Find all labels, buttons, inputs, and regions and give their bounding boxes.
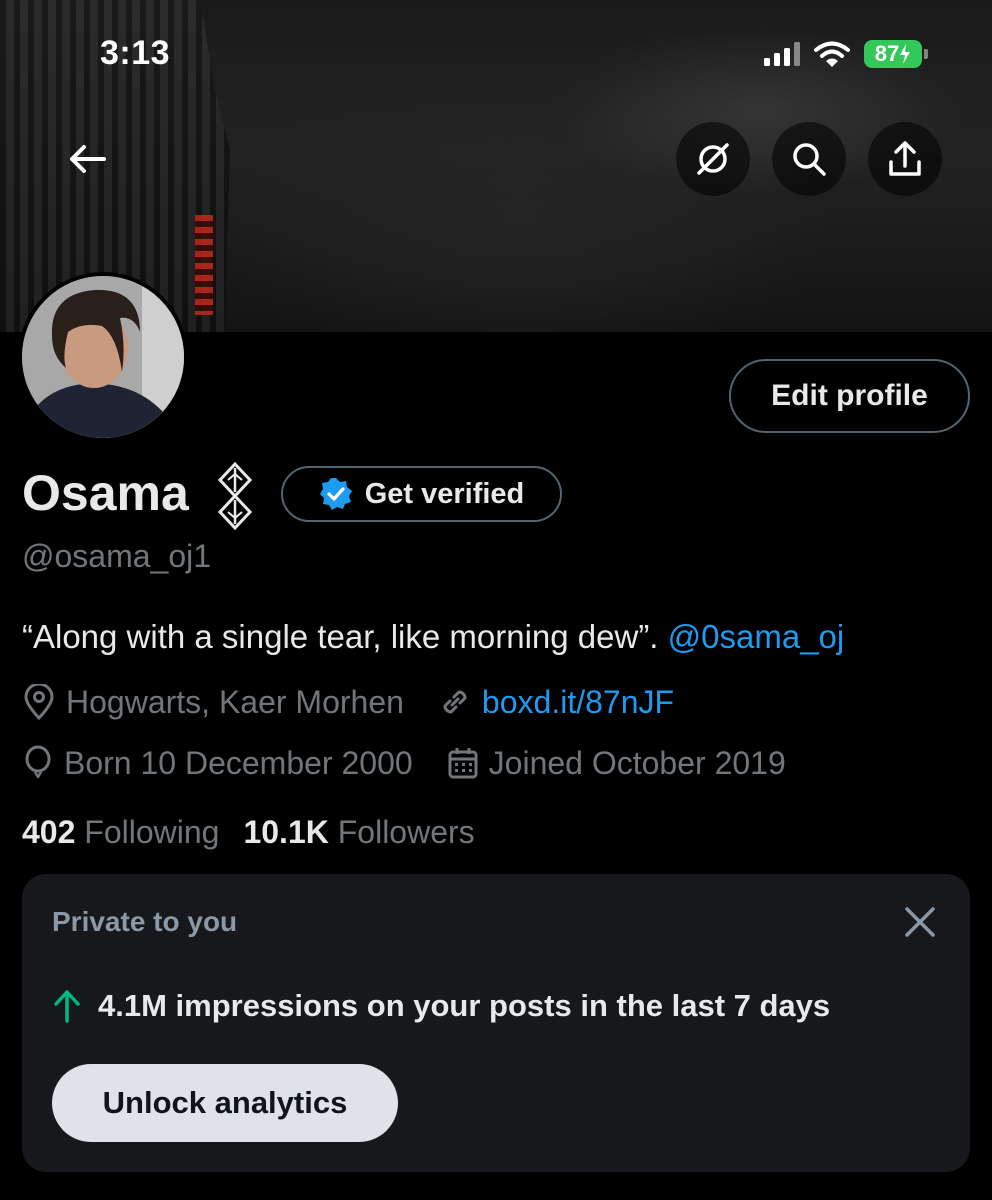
location-pin-icon bbox=[24, 684, 54, 720]
bio-text: “Along with a single tear, like morning … bbox=[22, 618, 668, 655]
followers-stat[interactable]: 10.1K Followers bbox=[243, 814, 474, 851]
impressions-row: 4.1M impressions on your posts in the la… bbox=[52, 988, 830, 1024]
verified-badge-icon bbox=[319, 478, 352, 510]
birthday-item: Born 10 December 2000 bbox=[22, 745, 413, 782]
user-handle: @osama_oj1 bbox=[22, 538, 212, 574]
website-link[interactable]: boxd.it/87nJF bbox=[482, 684, 674, 721]
profile-meta-row-2: Born 10 December 2000 Joined October 201… bbox=[22, 743, 820, 783]
website-item[interactable]: boxd.it/87nJF bbox=[438, 684, 674, 721]
link-icon bbox=[443, 690, 467, 714]
profile-avatar[interactable] bbox=[18, 272, 188, 442]
follow-stats: 402 Following 10.1K Followers bbox=[22, 814, 475, 851]
avatar-photo bbox=[22, 276, 184, 438]
profile-meta-row-1: Hogwarts, Kaer Morhen boxd.it/87nJF bbox=[22, 682, 708, 722]
grok-button[interactable] bbox=[676, 122, 750, 196]
unlock-analytics-button[interactable]: Unlock analytics bbox=[52, 1064, 398, 1142]
edit-profile-button[interactable]: Edit profile bbox=[729, 359, 970, 433]
followers-count: 10.1K bbox=[243, 814, 329, 850]
analytics-card: Private to you 4.1M impressions on your … bbox=[22, 874, 970, 1172]
profile-bio: “Along with a single tear, like morning … bbox=[22, 618, 844, 656]
birthday-text: Born 10 December 2000 bbox=[64, 744, 413, 781]
following-count: 402 bbox=[22, 814, 76, 850]
following-stat[interactable]: 402 Following bbox=[22, 814, 219, 851]
private-label: Private to you bbox=[52, 906, 238, 937]
calendar-icon bbox=[448, 748, 478, 779]
get-verified-label: Get verified bbox=[364, 477, 525, 510]
joined-text: Joined October 2019 bbox=[488, 744, 786, 781]
location-text: Hogwarts, Kaer Morhen bbox=[66, 683, 404, 720]
wifi-icon bbox=[814, 41, 850, 67]
name-emblem-icon bbox=[217, 462, 253, 530]
display-name: Osama bbox=[22, 465, 189, 521]
battery-indicator: 87 bbox=[864, 40, 928, 68]
joined-item: Joined October 2019 bbox=[447, 745, 786, 782]
grok-icon bbox=[697, 143, 729, 175]
banner-red-light bbox=[195, 215, 213, 315]
status-indicators: 87 bbox=[764, 38, 928, 70]
share-button[interactable] bbox=[868, 122, 942, 196]
followers-label: Followers bbox=[337, 814, 475, 850]
get-verified-button[interactable]: Get verified bbox=[281, 466, 562, 522]
following-label: Following bbox=[84, 814, 220, 850]
status-time: 3:13 bbox=[100, 34, 171, 72]
location-item: Hogwarts, Kaer Morhen bbox=[22, 684, 404, 721]
back-button[interactable] bbox=[50, 122, 124, 196]
close-icon[interactable] bbox=[902, 904, 938, 940]
bio-mention-link[interactable]: @0sama_oj bbox=[668, 618, 845, 655]
share-icon bbox=[889, 141, 921, 176]
cellular-signal-icon bbox=[764, 42, 800, 66]
arrow-left-icon bbox=[70, 145, 106, 173]
search-icon bbox=[793, 143, 826, 176]
battery-level: 87 bbox=[874, 41, 900, 66]
arrow-up-icon bbox=[54, 990, 80, 1023]
search-button[interactable] bbox=[772, 122, 846, 196]
charging-bolt-icon bbox=[900, 44, 911, 64]
impressions-text: 4.1M impressions on your posts in the la… bbox=[98, 988, 831, 1023]
balloon-icon bbox=[25, 745, 51, 779]
